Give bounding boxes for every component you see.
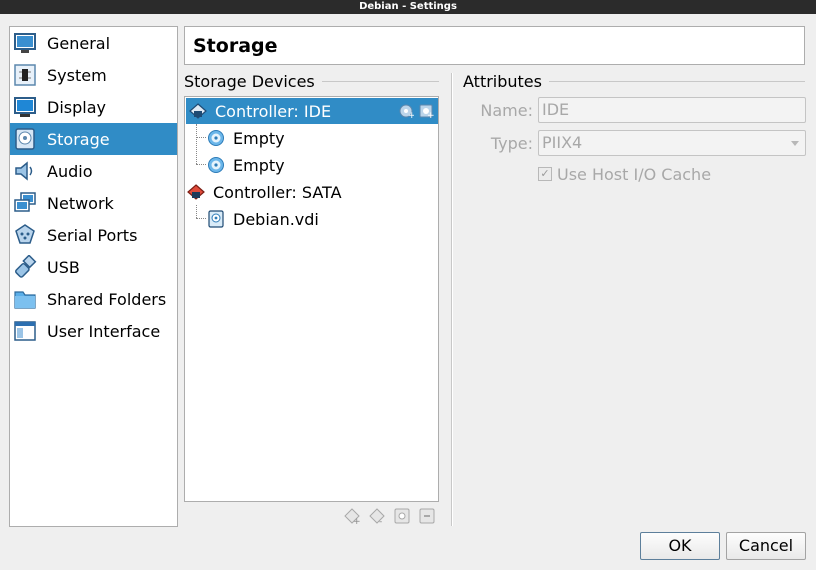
storage-devices-label: Storage Devices <box>184 72 315 91</box>
tree-connector <box>196 124 197 164</box>
tree-connector <box>196 205 197 218</box>
audio-icon <box>12 158 38 184</box>
tree-connector <box>196 164 206 165</box>
add-optical-drive-icon[interactable]: + <box>398 103 416 123</box>
tree-item-controller-ide[interactable]: Controller: IDE + + <box>186 98 438 124</box>
sidebar-item-general[interactable]: General <box>10 27 177 59</box>
page-header: Storage <box>184 26 805 65</box>
settings-sidebar: General System Display Storage Audio Net… <box>9 26 178 527</box>
sidebar-item-usb[interactable]: USB <box>10 251 177 283</box>
window-title: Debian - Settings <box>359 1 457 12</box>
section-divider <box>322 81 439 82</box>
sidebar-item-user-interface[interactable]: User Interface <box>10 315 177 347</box>
svg-text:+: + <box>353 517 361 525</box>
sidebar-item-label: Display <box>47 97 106 117</box>
host-io-cache-checkbox[interactable]: ✓ <box>538 167 552 181</box>
usb-icon <box>12 254 38 280</box>
add-controller-icon[interactable]: + <box>343 507 361 525</box>
tree-item-optical-empty[interactable]: Empty <box>207 125 285 151</box>
sidebar-item-label: System <box>47 65 107 85</box>
type-label: Type: <box>490 134 533 153</box>
storage-icon <box>12 126 38 152</box>
attributes-label: Attributes <box>463 72 542 91</box>
tree-item-label: Controller: SATA <box>213 182 342 202</box>
sidebar-item-network[interactable]: Network <box>10 187 177 219</box>
tree-item-disk[interactable]: Debian.vdi <box>207 206 319 232</box>
controller-icon <box>187 183 205 201</box>
cancel-button[interactable]: Cancel <box>726 532 806 560</box>
svg-text:+: + <box>427 111 434 119</box>
shared-folders-icon <box>12 286 38 312</box>
user-interface-icon <box>12 318 38 344</box>
type-select-value: PIIX4 <box>542 133 583 152</box>
sidebar-item-display[interactable]: Display <box>10 91 177 123</box>
tree-item-optical-empty[interactable]: Empty <box>207 152 285 178</box>
add-attachment-icon[interactable] <box>393 507 411 525</box>
sidebar-item-shared-folders[interactable]: Shared Folders <box>10 283 177 315</box>
serial-ports-icon <box>12 222 38 248</box>
add-hard-disk-icon[interactable]: + <box>418 103 435 123</box>
name-label: Name: <box>480 101 533 120</box>
window-titlebar: Debian - Settings <box>0 0 816 14</box>
remove-controller-icon[interactable]: - <box>368 507 386 525</box>
general-icon <box>12 30 38 56</box>
tree-item-label: Debian.vdi <box>233 209 319 229</box>
tree-item-label: Controller: IDE <box>215 101 332 121</box>
storage-tree[interactable]: Controller: IDE + + Empty Empty Controll… <box>184 96 439 502</box>
sidebar-item-serial-ports[interactable]: Serial Ports <box>10 219 177 251</box>
page-title: Storage <box>193 35 278 57</box>
optical-disc-icon <box>207 156 225 174</box>
ok-button[interactable]: OK <box>640 532 720 560</box>
sidebar-item-label: Network <box>47 193 114 213</box>
system-icon <box>12 62 38 88</box>
svg-text:-: - <box>379 517 382 525</box>
tree-connector <box>196 218 206 219</box>
chevron-down-icon <box>791 141 799 146</box>
remove-attachment-icon[interactable] <box>418 507 436 525</box>
sidebar-item-label: User Interface <box>47 321 161 341</box>
optical-disc-icon <box>207 129 225 147</box>
tree-connector <box>196 137 206 138</box>
sidebar-item-storage[interactable]: Storage <box>10 123 177 155</box>
sidebar-item-label: General <box>47 33 111 53</box>
sidebar-item-label: USB <box>47 257 80 277</box>
tree-item-controller-sata[interactable]: Controller: SATA <box>187 179 342 205</box>
sidebar-item-label: Audio <box>47 161 93 181</box>
sidebar-item-label: Shared Folders <box>47 289 167 309</box>
name-field[interactable]: IDE <box>538 97 806 123</box>
sidebar-item-label: Storage <box>47 129 110 149</box>
sidebar-item-system[interactable]: System <box>10 59 177 91</box>
sidebar-item-audio[interactable]: Audio <box>10 155 177 187</box>
type-select[interactable]: PIIX4 <box>538 130 806 156</box>
tree-item-label: Empty <box>233 128 285 148</box>
vertical-separator <box>451 73 453 526</box>
svg-text:+: + <box>408 111 414 119</box>
host-io-cache-label: Use Host I/O Cache <box>557 165 712 184</box>
display-icon <box>12 94 38 120</box>
section-divider <box>549 81 805 82</box>
controller-icon <box>189 102 207 120</box>
hard-disk-icon <box>207 210 225 228</box>
network-icon <box>12 190 38 216</box>
sidebar-item-label: Serial Ports <box>47 225 138 245</box>
tree-item-label: Empty <box>233 155 285 175</box>
